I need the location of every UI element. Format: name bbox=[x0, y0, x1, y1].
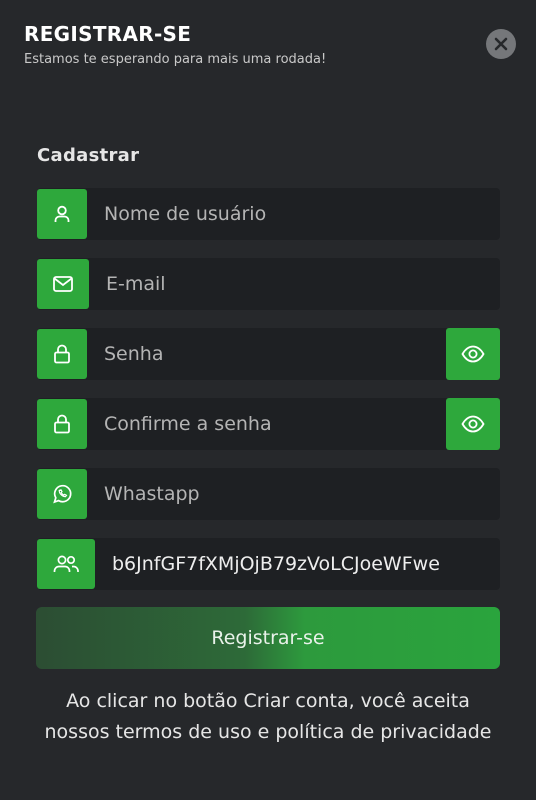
referral-code-input[interactable]: b6JnfGF7fXMjOjB79zVoLCJoeWFwe bbox=[95, 553, 500, 575]
toggle-password-visibility[interactable] bbox=[446, 328, 500, 380]
whatsapp-field[interactable]: Whastapp bbox=[37, 468, 500, 520]
register-button[interactable]: Registrar-se bbox=[36, 607, 500, 669]
whatsapp-icon bbox=[37, 469, 87, 519]
lock-icon bbox=[37, 399, 87, 449]
confirm-password-input[interactable]: Confirme a senha bbox=[87, 413, 446, 435]
email-input[interactable]: E-mail bbox=[89, 273, 500, 295]
close-button[interactable] bbox=[486, 29, 516, 59]
confirm-password-field[interactable]: Confirme a senha bbox=[37, 398, 500, 450]
modal-title: REGISTRAR-SE bbox=[24, 22, 192, 46]
section-title: Cadastrar bbox=[37, 145, 140, 166]
eye-icon bbox=[461, 345, 485, 363]
username-input[interactable]: Nome de usuário bbox=[87, 203, 500, 225]
user-icon bbox=[37, 189, 87, 239]
email-field[interactable]: E-mail bbox=[37, 258, 500, 310]
whatsapp-input[interactable]: Whastapp bbox=[87, 483, 500, 505]
referral-code-field[interactable]: b6JnfGF7fXMjOjB79zVoLCJoeWFwe bbox=[37, 538, 500, 590]
modal-subtitle: Estamos te esperando para mais uma rodad… bbox=[24, 52, 327, 67]
toggle-confirm-password-visibility[interactable] bbox=[446, 398, 500, 450]
mail-icon bbox=[37, 259, 89, 309]
username-field[interactable]: Nome de usuário bbox=[37, 188, 500, 240]
lock-icon bbox=[37, 329, 87, 379]
password-field[interactable]: Senha bbox=[37, 328, 500, 380]
close-icon bbox=[494, 37, 508, 51]
eye-icon bbox=[461, 415, 485, 433]
terms-notice: Ao clicar no botão Criar conta, você ace… bbox=[44, 690, 492, 743]
password-input[interactable]: Senha bbox=[87, 343, 446, 365]
users-icon bbox=[37, 539, 95, 589]
modal-header: REGISTRAR-SE Estamos te esperando para m… bbox=[24, 22, 326, 67]
